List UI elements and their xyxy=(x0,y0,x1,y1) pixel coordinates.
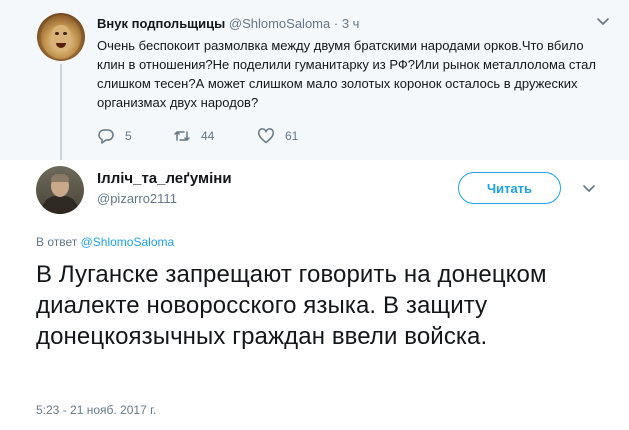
main-author-name[interactable]: Ілліч_та_леґуміни xyxy=(97,170,232,188)
like-icon xyxy=(258,128,274,144)
parent-author-avatar[interactable] xyxy=(37,13,85,61)
reply-icon xyxy=(98,129,114,144)
header-separator: · xyxy=(333,16,339,31)
like-count: 61 xyxy=(285,129,299,143)
reply-mention-link[interactable]: @ShlomoSaloma xyxy=(81,235,175,249)
parent-tweet-text: Очень беспокоит размолвка между двумя бр… xyxy=(97,38,596,110)
parent-tweet-header: Внук подпольщицы @ShlomoSaloma · 3 ч xyxy=(97,16,359,32)
chevron-down-icon[interactable] xyxy=(582,181,596,195)
reply-button[interactable]: 5 xyxy=(97,126,132,146)
parent-tweet[interactable]: Внук подпольщицы @ShlomoSaloma · 3 ч Оче… xyxy=(0,0,629,160)
like-button[interactable]: 61 xyxy=(257,126,298,146)
parent-author-handle[interactable]: @ShlomoSaloma xyxy=(229,16,330,31)
reply-context: В ответ @ShlomoSaloma xyxy=(36,235,174,249)
retweet-icon xyxy=(174,131,190,141)
reply-prefix: В ответ xyxy=(36,235,78,249)
retweet-count: 44 xyxy=(201,129,215,143)
main-tweet-timestamp[interactable]: 5:23 - 21 нояб. 2017 г. xyxy=(36,403,156,417)
main-author-avatar[interactable] xyxy=(36,166,84,214)
thread-connector-line xyxy=(60,64,62,160)
retweet-button[interactable]: 44 xyxy=(173,126,214,146)
parent-author-name[interactable]: Внук подпольщицы xyxy=(97,16,225,31)
follow-button[interactable]: Читать xyxy=(458,172,561,204)
reply-count: 5 xyxy=(125,129,132,143)
chevron-down-icon[interactable] xyxy=(596,14,610,28)
parent-tweet-time[interactable]: 3 ч xyxy=(342,16,360,31)
main-tweet-text: В Луганске запрещают говорить на донецко… xyxy=(36,261,547,350)
main-author-handle[interactable]: @pizarro2111 xyxy=(97,191,177,207)
